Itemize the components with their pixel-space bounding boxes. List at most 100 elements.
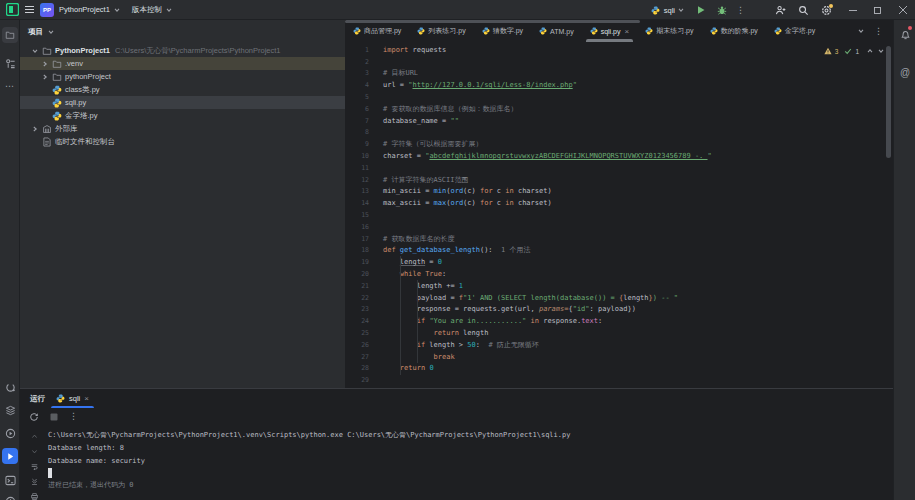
- code-text: return length: [383, 329, 488, 337]
- tree-item-.venv[interactable]: .venv: [20, 57, 345, 70]
- editor-tab-金字塔.py[interactable]: 金字塔.py: [766, 20, 823, 42]
- run-config-selector[interactable]: sqli: [664, 6, 675, 15]
- notifications-icon[interactable]: [897, 26, 913, 42]
- more-options-icon[interactable]: ⋮: [69, 412, 78, 421]
- console-output[interactable]: C:\Users\无心骨\PycharmProjects\PythonProje…: [48, 428, 883, 500]
- editor-tab-数的阶乘.py[interactable]: 数的阶乘.py: [702, 20, 766, 42]
- line-number: 18: [345, 246, 369, 254]
- more-actions-icon[interactable]: ⋮: [736, 6, 745, 15]
- tab-scrollbar[interactable]: [345, 20, 640, 23]
- code-line-25[interactable]: 25 return length: [345, 327, 893, 339]
- debug-button[interactable]: [717, 5, 727, 15]
- up-icon[interactable]: [30, 433, 39, 440]
- project-tool-icon[interactable]: [2, 27, 18, 43]
- editor-tab-商品管理.py[interactable]: 商品管理.py: [345, 20, 409, 42]
- code-line-24[interactable]: 24 if "You are in..........." in respons…: [345, 315, 893, 327]
- code-line-15[interactable]: 15: [345, 209, 893, 221]
- code-line-3[interactable]: 3# 目标URL: [345, 68, 893, 80]
- run-tab[interactable]: sqli ×: [51, 389, 94, 408]
- inspections-widget[interactable]: 3 1: [824, 45, 885, 57]
- chevron-down-icon[interactable]: [30, 47, 40, 55]
- tree-item-临时文件和控制台[interactable]: 临时文件和控制台: [20, 135, 345, 148]
- tree-item-class类.py[interactable]: class类.py: [20, 83, 345, 96]
- tree-item-label: 外部库: [55, 124, 78, 134]
- close-icon[interactable]: ×: [624, 27, 629, 36]
- run-anything-icon[interactable]: [2, 425, 18, 441]
- code-with-me-icon[interactable]: [775, 5, 786, 16]
- search-icon[interactable]: [798, 5, 809, 16]
- tree-item-金字塔.py[interactable]: 金字塔.py: [20, 109, 345, 122]
- more-tools-icon[interactable]: ⋯: [2, 78, 18, 94]
- editor-scrollbar[interactable]: [886, 46, 891, 158]
- code-line-9[interactable]: 9# 字符集（可以根据需要扩展）: [345, 138, 893, 150]
- line-number: 12: [345, 176, 369, 184]
- settings-icon[interactable]: [821, 5, 832, 16]
- line-number: 4: [345, 81, 369, 89]
- run-button[interactable]: [696, 5, 706, 15]
- next-problem-icon[interactable]: [877, 47, 885, 55]
- minimize-button[interactable]: [840, 0, 865, 20]
- code-line-27[interactable]: 27 break: [345, 351, 893, 363]
- code-line-16[interactable]: 16: [345, 221, 893, 233]
- chevron-right-icon[interactable]: [40, 60, 50, 68]
- python-packages-icon[interactable]: [2, 379, 18, 395]
- code-line-11[interactable]: 11: [345, 162, 893, 174]
- code-line-22[interactable]: 22 payload = f"1' AND (SELECT length(dat…: [345, 292, 893, 304]
- ai-assistant-icon[interactable]: @: [897, 64, 913, 80]
- history-tool-icon[interactable]: [2, 493, 18, 500]
- print-icon[interactable]: [30, 493, 39, 500]
- code-line-20[interactable]: 20 while True:: [345, 268, 893, 280]
- tree-item-PythonProject1[interactable]: PythonProject1C:\Users\无心骨\PycharmProjec…: [20, 44, 345, 57]
- code-line-26[interactable]: 26 if length > 50: # 防止无限循环: [345, 339, 893, 351]
- editor-tab-期末练习.py[interactable]: 期末练习.py: [637, 20, 701, 42]
- code-line-5[interactable]: 5: [345, 91, 893, 103]
- code-line-29[interactable]: 29: [345, 374, 893, 386]
- code-line-19[interactable]: 19 length = 0: [345, 256, 893, 268]
- code-line-14[interactable]: 14max_ascii = max(ord(c) for c in charse…: [345, 197, 893, 209]
- tree-item-sqli.py[interactable]: sqli.py: [20, 96, 345, 109]
- close-button[interactable]: [890, 0, 915, 20]
- services-icon[interactable]: [2, 402, 18, 418]
- tabs-list-icon[interactable]: [857, 27, 865, 35]
- close-icon[interactable]: ×: [84, 394, 89, 403]
- chevron-right-icon[interactable]: [30, 125, 40, 133]
- code-line-10[interactable]: 10charset = "abcdefghijklmnopqrstuvwxyzA…: [345, 150, 893, 162]
- chevron-right-icon[interactable]: [40, 73, 50, 81]
- code-line-18[interactable]: 18def get_database_length(): 1 个用法: [345, 245, 893, 257]
- editor-tab-ATM.py[interactable]: ATM.py: [531, 20, 582, 42]
- code-line-17[interactable]: 17# 获取数据库名的长度: [345, 233, 893, 245]
- code-line-2[interactable]: 2: [345, 56, 893, 68]
- scroll-end-icon[interactable]: [30, 478, 39, 485]
- code-area[interactable]: 1import requests23# 目标URL4url = "http://…: [345, 42, 893, 388]
- editor-tab-列表练习.py[interactable]: 列表练习.py: [409, 20, 473, 42]
- code-line-6[interactable]: 6# 要获取的数据库信息（例如：数据库名）: [345, 103, 893, 115]
- warning-count: 3: [835, 48, 839, 55]
- tree-item-pythonProject[interactable]: pythonProject: [20, 70, 345, 83]
- editor-tab-猜数字.py[interactable]: 猜数字.py: [474, 20, 531, 42]
- run-tool-icon[interactable]: [2, 448, 18, 464]
- softwrap-icon[interactable]: [30, 463, 39, 470]
- commit-tool-icon[interactable]: [2, 55, 18, 71]
- project-name-button[interactable]: PythonProject1: [59, 5, 110, 14]
- code-line-23[interactable]: 23 response = requests.get(url, params={…: [345, 304, 893, 316]
- code-line-4[interactable]: 4url = "http://127.0.0.1/sqli/Less-8/ind…: [345, 79, 893, 91]
- code-line-12[interactable]: 12# 计算字符集的ASCII范围: [345, 174, 893, 186]
- vcs-button[interactable]: 版本控制: [132, 5, 162, 15]
- rerun-button[interactable]: [29, 412, 39, 422]
- code-line-7[interactable]: 7database_name = "": [345, 115, 893, 127]
- terminal-tool-icon[interactable]: [2, 472, 18, 488]
- code-line-13[interactable]: 13min_ascii = min(ord(c) for c in charse…: [345, 186, 893, 198]
- code-line-28[interactable]: 28 return 0: [345, 363, 893, 375]
- tree-item-外部库[interactable]: 外部库: [20, 122, 345, 135]
- stop-button[interactable]: [50, 413, 58, 421]
- down-icon[interactable]: [30, 448, 39, 455]
- prev-problem-icon[interactable]: [866, 47, 874, 55]
- code-line-8[interactable]: 8: [345, 127, 893, 139]
- project-panel-header[interactable]: 项目: [20, 20, 345, 44]
- code-line-21[interactable]: 21 length += 1: [345, 280, 893, 292]
- main-menu-icon[interactable]: [24, 4, 35, 15]
- code-line-1[interactable]: 1import requests: [345, 44, 893, 56]
- tabs-more-icon[interactable]: ⋮: [874, 27, 883, 36]
- editor-tab-sqli.py[interactable]: sqli.py×: [582, 20, 638, 42]
- maximize-button[interactable]: [865, 0, 890, 20]
